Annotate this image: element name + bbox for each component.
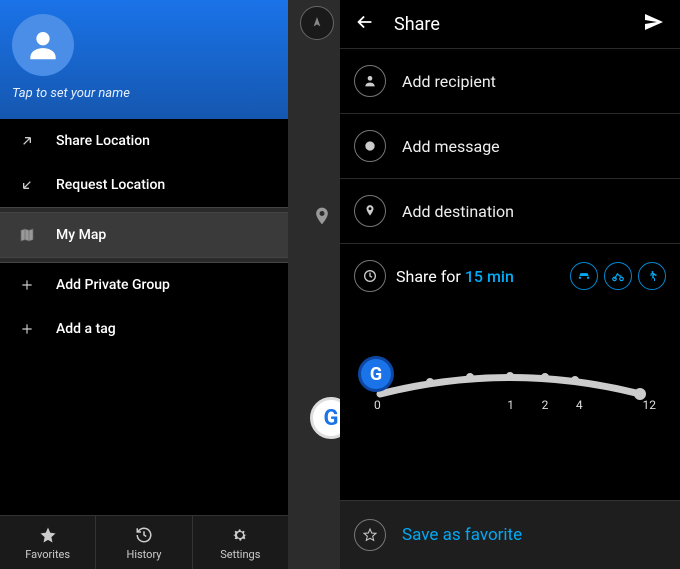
- menu-my-map[interactable]: My Map: [0, 213, 288, 257]
- back-arrow-icon: [354, 11, 376, 33]
- menu-label: Add a tag: [56, 321, 116, 337]
- menu-add-tag[interactable]: Add a tag: [0, 307, 288, 351]
- share-for-row: Share for 15 min: [340, 243, 680, 308]
- mode-walk[interactable]: [638, 262, 666, 290]
- mode-icons: [570, 262, 666, 290]
- slider-tick-0: 0: [374, 398, 381, 412]
- location-icon: [354, 195, 386, 227]
- slider-tick-4: 4: [576, 398, 583, 412]
- send-icon: [642, 10, 666, 34]
- share-panel: Share Add recipient Add message Add dest…: [340, 0, 680, 569]
- message-icon: [354, 130, 386, 162]
- mode-car[interactable]: [570, 262, 598, 290]
- menu-label: My Map: [56, 227, 106, 243]
- map-pin-icon: [312, 204, 332, 232]
- share-for-prefix: Share for: [396, 267, 465, 286]
- clock-icon: [354, 260, 386, 292]
- add-recipient-row[interactable]: Add recipient: [340, 48, 680, 113]
- nav-label: Settings: [220, 548, 260, 561]
- gear-icon: [231, 526, 249, 544]
- menu-share-location[interactable]: Share Location: [0, 119, 288, 163]
- menu-add-private-group[interactable]: Add Private Group: [0, 263, 288, 307]
- menu-request-location[interactable]: Request Location: [0, 163, 288, 207]
- menu-label: Add Private Group: [56, 277, 170, 293]
- plus-icon: [18, 278, 36, 292]
- star-icon: [39, 526, 57, 544]
- left-drawer: Tap to set your name Share Location Requ…: [0, 0, 288, 569]
- save-as-favorite[interactable]: Save as favorite: [340, 500, 680, 569]
- nav-label: History: [126, 548, 161, 561]
- slider-tick-12: 12: [643, 398, 657, 412]
- map-sliver: G: [288, 0, 340, 569]
- share-for-label: Share for 15 min: [396, 267, 514, 286]
- star-outline-icon: [354, 519, 386, 551]
- nav-history[interactable]: History: [96, 516, 192, 569]
- duration-slider[interactable]: G 0 1 2 4 12: [340, 308, 680, 438]
- arrow-in-icon: [18, 177, 36, 193]
- menu-list: Share Location Request Location My Map A…: [0, 119, 288, 515]
- compass-button[interactable]: [300, 6, 334, 40]
- row-label: Add message: [402, 137, 500, 156]
- compass-icon: [309, 15, 325, 31]
- slider-tick-2: 2: [542, 398, 549, 412]
- nav-label: Favorites: [25, 548, 70, 561]
- menu-label: Request Location: [56, 177, 165, 193]
- history-icon: [135, 526, 153, 544]
- bottom-nav: Favorites History Settings: [0, 515, 288, 569]
- arrow-out-icon: [18, 133, 36, 149]
- slider-tick-1: 1: [507, 398, 514, 412]
- avatar[interactable]: [12, 14, 74, 76]
- row-label: Add destination: [402, 202, 514, 221]
- nav-settings[interactable]: Settings: [193, 516, 288, 569]
- back-button[interactable]: [354, 11, 376, 37]
- profile-block[interactable]: Tap to set your name: [0, 0, 288, 119]
- g-badge[interactable]: G: [310, 397, 340, 439]
- add-message-row[interactable]: Add message: [340, 113, 680, 178]
- add-destination-row[interactable]: Add destination: [340, 178, 680, 243]
- row-label: Add recipient: [402, 72, 496, 91]
- tap-to-set-name[interactable]: Tap to set your name: [12, 86, 276, 101]
- share-for-value: 15 min: [465, 267, 514, 286]
- mode-bike[interactable]: [604, 262, 632, 290]
- send-button[interactable]: [642, 10, 666, 38]
- save-fav-label: Save as favorite: [402, 525, 522, 545]
- person-icon: [354, 65, 386, 97]
- nav-favorites[interactable]: Favorites: [0, 516, 96, 569]
- slider-handle[interactable]: G: [358, 356, 394, 392]
- map-icon: [18, 227, 36, 243]
- menu-label: Share Location: [56, 133, 150, 149]
- share-title: Share: [394, 14, 624, 35]
- share-header: Share: [340, 0, 680, 48]
- plus-icon: [18, 322, 36, 336]
- person-icon: [24, 26, 62, 64]
